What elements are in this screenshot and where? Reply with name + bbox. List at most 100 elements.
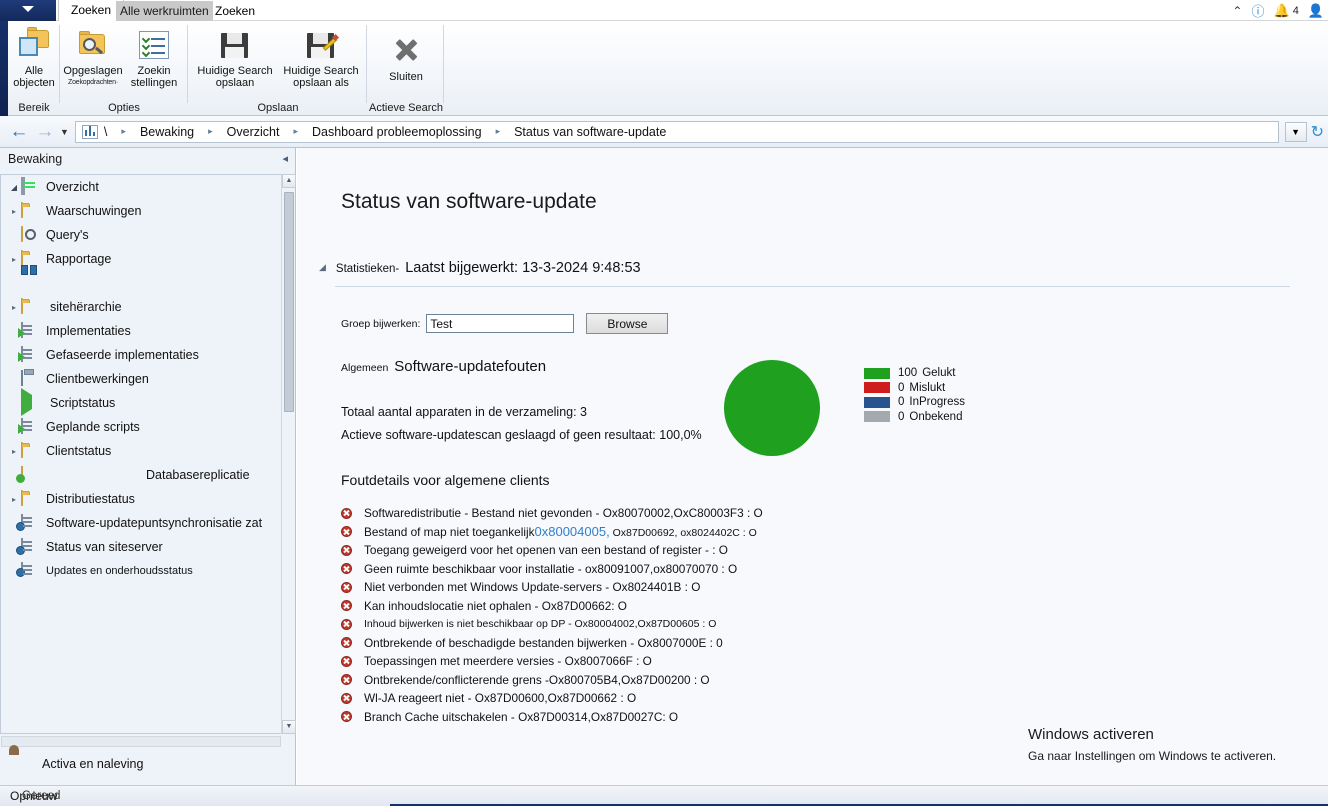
list-item[interactable]: Toegang geweigerd voor het openen van ee…: [341, 541, 763, 560]
help-icon[interactable]: ⓘ: [1251, 1, 1264, 20]
tree-scrollbar[interactable]: ▲ ▼: [281, 174, 296, 734]
legend-item[interactable]: 0 Mislukt: [864, 381, 965, 396]
ribbon-button-huidige-search-opslaan-als[interactable]: Huidige Search opslaan als: [275, 31, 367, 89]
status-pie-chart[interactable]: [724, 360, 820, 456]
list-item[interactable]: Bestand of map niet toegankelijk0x800040…: [341, 523, 763, 542]
expander-icon[interactable]: ▸: [7, 447, 21, 456]
bell-icon[interactable]: 🔔: [1274, 3, 1290, 19]
folder-page-icon: [17, 27, 51, 59]
scroll-down-icon[interactable]: ▼: [282, 720, 296, 734]
tree-item-distributiestatus[interactable]: ▸ Distributiestatus: [1, 487, 282, 511]
expander-icon[interactable]: ▸: [7, 495, 21, 504]
browse-button[interactable]: Browse: [586, 313, 669, 334]
back-icon[interactable]: ←: [6, 119, 32, 145]
tab-alle-werkruimten[interactable]: Alle werkruimten: [116, 1, 213, 21]
list-item[interactable]: Softwaredistributie - Bestand niet gevon…: [341, 504, 763, 523]
tree-item-clientbewerkingen[interactable]: Clientbewerkingen: [1, 367, 282, 391]
tree-item-scriptstatus[interactable]: Scriptstatus: [1, 388, 282, 416]
error-icon: [341, 563, 352, 575]
error-text-mixed: Bestand of map niet toegankelijk0x800040…: [364, 524, 757, 540]
legend-item[interactable]: 0 InProgress: [864, 395, 965, 410]
breadcrumb-item-overzicht[interactable]: Overzicht: [221, 125, 286, 139]
statistics-header[interactable]: ◢ Statistieken- Laatst bijgewerkt: 13-3-…: [319, 260, 641, 276]
expander-icon[interactable]: ▸: [7, 207, 21, 216]
floppy-save-as-icon: [306, 31, 340, 59]
account-icon[interactable]: 👤: [1308, 3, 1324, 19]
error-icon: [341, 600, 352, 612]
list-item[interactable]: Ontbrekende of beschadigde bestanden bij…: [341, 634, 763, 653]
tree-item-implementaties[interactable]: Implementaties: [1, 319, 282, 343]
legend-count: 0: [898, 410, 905, 423]
collapse-statistics-icon[interactable]: ◢: [319, 262, 326, 273]
tree-item-status-van-siteserver[interactable]: Status van siteserver: [1, 535, 282, 559]
ribbon-button-alle-objecten[interactable]: Alle objecten: [8, 27, 60, 89]
ribbon-button-zoekinstellingen[interactable]: Zoekin stellingen: [122, 31, 186, 89]
scrollbar-thumb[interactable]: [284, 192, 294, 412]
breadcrumb-dropdown-icon[interactable]: ▼: [1284, 121, 1307, 142]
ribbon-group-actieve-search: Sluiten Actieve Search: [368, 21, 444, 116]
history-dropdown-icon[interactable]: ▼: [60, 127, 69, 137]
expander-icon[interactable]: ▸: [7, 255, 21, 264]
legend-item[interactable]: 100 Gelukt: [864, 366, 965, 381]
tab-zoeken-secondary[interactable]: Zoeken: [207, 1, 263, 21]
sidebar-item-activa-en-naleving[interactable]: Activa en naleving: [4, 748, 292, 780]
list-item[interactable]: Kan inhoudslocatie niet ophalen - Ox87D0…: [341, 597, 763, 616]
tree-item-waarschuwingen[interactable]: ▸ Waarschuwingen: [1, 199, 282, 223]
query-folder-icon: [21, 226, 41, 243]
breadcrumb-item-status[interactable]: Status van software-update: [508, 125, 672, 139]
folder-icon: [21, 442, 41, 459]
expander-icon[interactable]: ▸: [7, 303, 21, 312]
ribbon-button-sluiten[interactable]: Sluiten: [368, 35, 444, 83]
tree-item-geplande-scripts[interactable]: Geplande scripts: [1, 415, 282, 439]
tree-item-rapportage[interactable]: ▸ Rapportage: [1, 247, 282, 271]
list-item[interactable]: Toepassingen met meerdere versies - Ox80…: [341, 652, 763, 671]
breadcrumb-item-dashboard[interactable]: Dashboard probleemoplossing: [306, 125, 488, 139]
error-details-heading: Foutdetails voor algemene clients: [341, 472, 550, 488]
ribbon-accent-bar: [0, 21, 8, 116]
error-code-link[interactable]: 0x80004005,: [535, 524, 610, 539]
tree-item-updates-en-onderhoudsstatus[interactable]: Updates en onderhoudsstatus: [1, 559, 282, 583]
error-icon: [341, 544, 352, 556]
navigation-bar: ← → ▼ \ ▸ Bewaking ▸ Overzicht ▸ Dashboa…: [0, 116, 1328, 148]
tree-item-querys[interactable]: Query's: [1, 223, 282, 247]
tree-item-overzicht[interactable]: ◢ Overzicht: [1, 175, 282, 199]
list-item[interactable]: Niet verbonden met Windows Update-server…: [341, 578, 763, 597]
navigation-tree[interactable]: ◢ Overzicht ▸ Waarschuwingen Query's ▸ R…: [0, 174, 282, 734]
error-icon: [341, 655, 352, 667]
tree-item-software-updatepuntsynchronisatie[interactable]: Software-updatepuntsynchronisatie zat: [1, 511, 282, 535]
collapse-pane-icon[interactable]: ◂: [282, 152, 288, 165]
expander-icon[interactable]: ◢: [7, 183, 21, 192]
tree-item-clientstatus[interactable]: ▸ Clientstatus: [1, 439, 282, 463]
legend-item[interactable]: 0 Onbekend: [864, 410, 965, 425]
tab-zoeken[interactable]: Zoeken: [58, 0, 125, 21]
app-menu-button[interactable]: [0, 0, 56, 21]
legend-swatch-gelukt: [864, 367, 890, 379]
list-item[interactable]: Wl-JA reageert niet - Ox87D00600,Ox87D00…: [341, 689, 763, 708]
list-item[interactable]: Inhoud bijwerken is niet beschikbaar op …: [341, 615, 763, 634]
play-icon: [21, 388, 41, 416]
tree-item-databasereplicatie[interactable]: Databasereplicatie: [1, 463, 282, 487]
scroll-up-icon[interactable]: ▲: [282, 174, 296, 188]
tree-horizontal-scrollbar[interactable]: [1, 736, 281, 747]
breadcrumb-item-bewaking[interactable]: Bewaking: [134, 125, 200, 139]
list-item[interactable]: Branch Cache uitschakelen - Ox87D00314,O…: [341, 708, 763, 727]
error-icon: [341, 711, 352, 723]
chevron-down-icon: [22, 6, 34, 12]
update-group-input[interactable]: [426, 314, 575, 333]
refresh-icon[interactable]: ↻: [1311, 122, 1324, 142]
activation-subtitle: Ga naar Instellingen om Windows te activ…: [1028, 749, 1277, 763]
breadcrumb[interactable]: \ ▸ Bewaking ▸ Overzicht ▸ Dashboard pro…: [74, 120, 1279, 143]
ribbon-button-huidige-search-opslaan[interactable]: Huidige Search opslaan: [189, 31, 281, 89]
error-icon: [341, 618, 352, 630]
tree-item-sitehierarchie[interactable]: ▸ sitehërarchie: [1, 295, 282, 319]
ribbon-button-opgeslagen-zoekopdrachten[interactable]: Opgeslagen Zoekopdrachten·: [62, 31, 124, 89]
list-item[interactable]: Ontbrekende/conflicterende grens -Ox8007…: [341, 671, 763, 690]
floppy-save-icon: [220, 31, 250, 59]
list-item[interactable]: Geen ruimte beschikbaar voor installatie…: [341, 560, 763, 579]
collapse-ribbon-icon[interactable]: ⌃: [1232, 5, 1242, 17]
forward-icon[interactable]: →: [32, 119, 58, 145]
ribbon-group-label-opties: Opties: [108, 102, 140, 114]
tree-item-site[interactable]: [1, 265, 282, 295]
general-small-label: Algemeen: [341, 362, 389, 374]
tree-item-gefaseerde-implementaties[interactable]: Gefaseerde implementaties: [1, 343, 282, 367]
